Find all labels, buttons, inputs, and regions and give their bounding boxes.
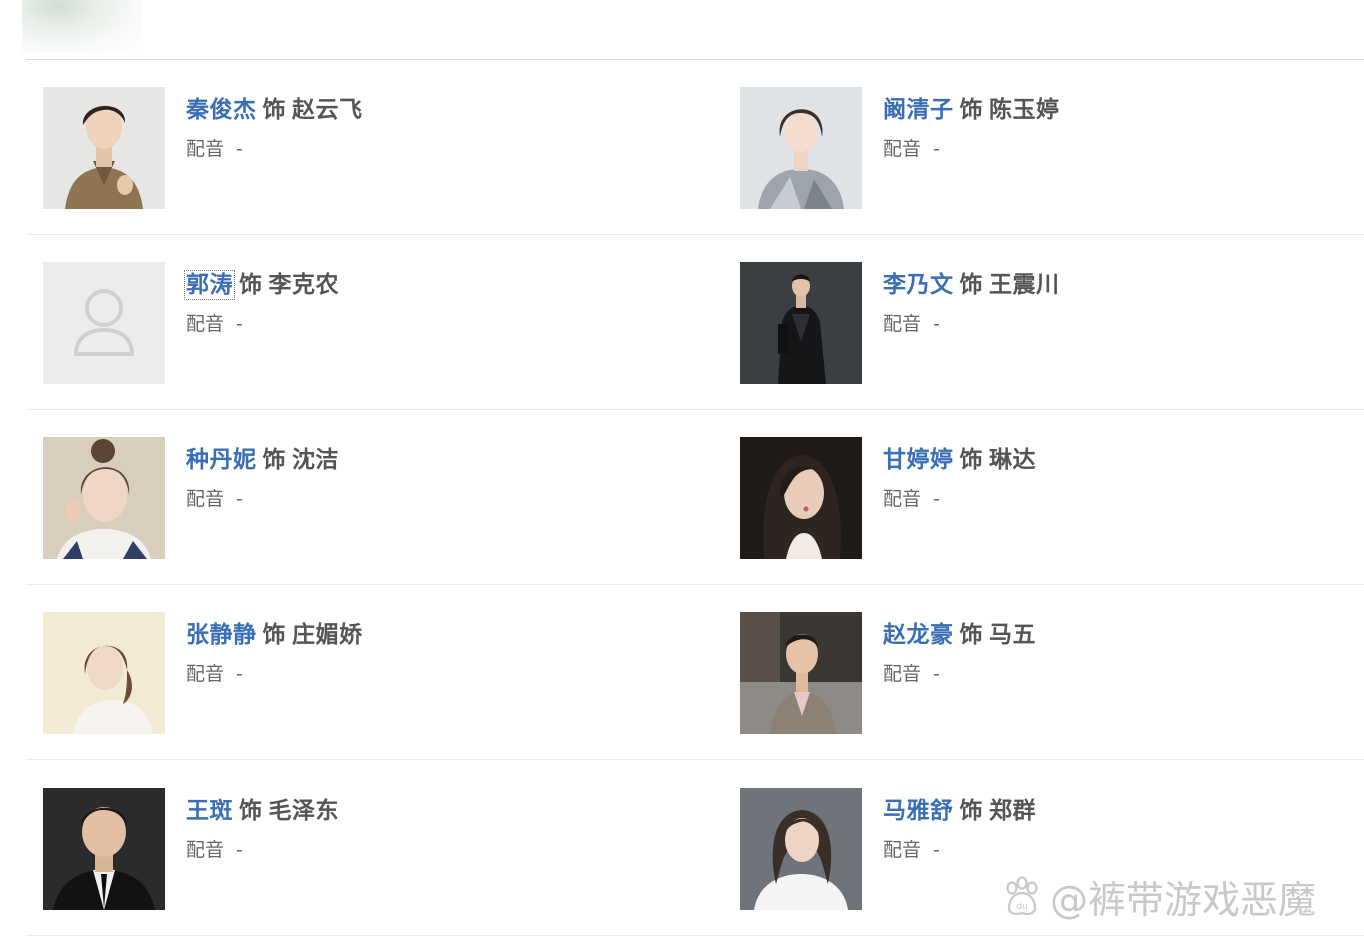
voice-label: 配音 — [186, 839, 225, 861]
actor-name-link[interactable]: 阚清子 — [883, 97, 954, 123]
cast-item: 秦俊杰饰赵云飞 配音 - — [26, 60, 686, 235]
voice-label: 配音 — [186, 138, 225, 160]
voice-value: - — [933, 839, 940, 861]
top-blurred-image — [22, 0, 142, 52]
voice-line: 配音 - — [186, 484, 243, 511]
cast-name-line: 阚清子饰陈玉婷 — [883, 90, 1060, 124]
role-name: 毛泽东 — [268, 798, 339, 824]
cast-name-line: 秦俊杰饰赵云飞 — [186, 90, 363, 124]
voice-label: 配音 — [186, 488, 225, 510]
actor-photo[interactable] — [740, 87, 862, 209]
voice-value: - — [236, 663, 243, 685]
role-connector: 饰 — [262, 447, 286, 473]
role-name: 沈洁 — [292, 447, 339, 473]
voice-value: - — [236, 839, 243, 861]
actor-photo[interactable] — [740, 262, 862, 384]
voice-value: - — [933, 138, 940, 160]
voice-label: 配音 — [883, 488, 922, 510]
cast-row: 秦俊杰饰赵云飞 配音 - 阚清子饰陈玉婷 配音 - — [26, 60, 1364, 235]
voice-value: - — [236, 138, 243, 160]
cast-item: 赵龙豪饰马五 配音 - — [723, 585, 1364, 760]
voice-value: - — [933, 663, 940, 685]
role-connector: 饰 — [239, 798, 263, 824]
cast-name-line: 赵龙豪饰马五 — [883, 615, 1036, 649]
actor-name-link[interactable]: 甘婷婷 — [883, 447, 954, 473]
role-name: 赵云飞 — [292, 97, 363, 123]
svg-text:du: du — [1016, 902, 1027, 912]
voice-label: 配音 — [186, 663, 225, 685]
voice-line: 配音 - — [883, 835, 940, 862]
role-connector: 饰 — [262, 97, 286, 123]
role-connector: 饰 — [959, 447, 983, 473]
actor-photo[interactable] — [43, 437, 165, 559]
voice-line: 配音 - — [883, 309, 940, 336]
actor-name-link[interactable]: 王斑 — [186, 798, 233, 824]
role-name: 陈玉婷 — [989, 97, 1060, 123]
voice-label: 配音 — [883, 663, 922, 685]
cast-name-line: 甘婷婷饰琳达 — [883, 440, 1036, 474]
cast-name-line: 张静静饰庄媚娇 — [186, 615, 363, 649]
user-placeholder-icon — [43, 262, 165, 384]
voice-value: - — [236, 313, 243, 335]
voice-label: 配音 — [883, 839, 922, 861]
role-name: 马五 — [989, 622, 1036, 648]
actor-photo[interactable] — [740, 612, 862, 734]
actor-name-link[interactable]: 赵龙豪 — [883, 622, 954, 648]
cast-item: 李乃文饰王震川 配音 - — [723, 235, 1364, 410]
cast-row: 郭涛饰李克农 配音 - 李乃文饰王震川 配音 - — [26, 235, 1364, 410]
cast-name-line: 种丹妮饰沈洁 — [186, 440, 339, 474]
watermark-text: @裤带游戏恶魔 — [1050, 877, 1317, 922]
role-connector: 饰 — [239, 272, 263, 298]
voice-line: 配音 - — [186, 835, 243, 862]
role-name: 郑群 — [989, 798, 1036, 824]
cast-name-line: 李乃文饰王震川 — [883, 265, 1060, 299]
cast-name-line: 郭涛饰李克农 — [184, 265, 339, 300]
role-connector: 饰 — [262, 622, 286, 648]
actor-photo-placeholder[interactable] — [43, 262, 165, 384]
cast-name-line: 王斑饰毛泽东 — [186, 791, 339, 825]
actor-name-link[interactable]: 马雅舒 — [883, 798, 954, 824]
voice-label: 配音 — [883, 138, 922, 160]
cast-item: 种丹妮饰沈洁 配音 - — [26, 410, 686, 585]
actor-name-link[interactable]: 秦俊杰 — [186, 97, 257, 123]
role-connector: 饰 — [959, 272, 983, 298]
voice-line: 配音 - — [186, 309, 243, 336]
actor-photo[interactable] — [740, 788, 862, 910]
watermark: du @裤带游戏恶魔 — [1000, 868, 1316, 924]
cast-row: 种丹妮饰沈洁 配音 - 甘婷婷饰琳达 配音 - — [26, 410, 1364, 585]
cast-item: 郭涛饰李克农 配音 - — [26, 235, 686, 410]
actor-name-link[interactable]: 种丹妮 — [186, 447, 257, 473]
role-connector: 饰 — [959, 97, 983, 123]
baidu-paw-icon: du — [1006, 876, 1038, 916]
role-connector: 饰 — [959, 798, 983, 824]
voice-line: 配音 - — [186, 659, 243, 686]
role-name: 王震川 — [989, 272, 1060, 298]
actor-name-link[interactable]: 郭涛 — [184, 270, 235, 300]
voice-line: 配音 - — [883, 484, 940, 511]
voice-value: - — [933, 313, 940, 335]
voice-line: 配音 - — [186, 134, 243, 161]
role-name: 庄媚娇 — [292, 622, 363, 648]
actor-photo[interactable] — [740, 437, 862, 559]
voice-line: 配音 - — [883, 659, 940, 686]
role-name: 李克农 — [268, 272, 339, 298]
actor-photo[interactable] — [43, 612, 165, 734]
voice-value: - — [933, 488, 940, 510]
cast-name-line: 马雅舒饰郑群 — [883, 791, 1036, 825]
cast-item: 张静静饰庄媚娇 配音 - — [26, 585, 686, 760]
actor-name-link[interactable]: 张静静 — [186, 622, 257, 648]
cast-item: 王斑饰毛泽东 配音 - — [26, 761, 686, 936]
cast-row: 张静静饰庄媚娇 配音 - 赵龙豪饰马五 配音 - — [26, 585, 1364, 760]
role-connector: 饰 — [959, 622, 983, 648]
actor-photo[interactable] — [43, 87, 165, 209]
cast-item: 甘婷婷饰琳达 配音 - — [723, 410, 1364, 585]
voice-label: 配音 — [883, 313, 922, 335]
voice-line: 配音 - — [883, 134, 940, 161]
actor-photo[interactable] — [43, 788, 165, 910]
role-name: 琳达 — [989, 447, 1036, 473]
actor-name-link[interactable]: 李乃文 — [883, 272, 954, 298]
voice-value: - — [236, 488, 243, 510]
voice-label: 配音 — [186, 313, 225, 335]
cast-item: 阚清子饰陈玉婷 配音 - — [723, 60, 1364, 235]
